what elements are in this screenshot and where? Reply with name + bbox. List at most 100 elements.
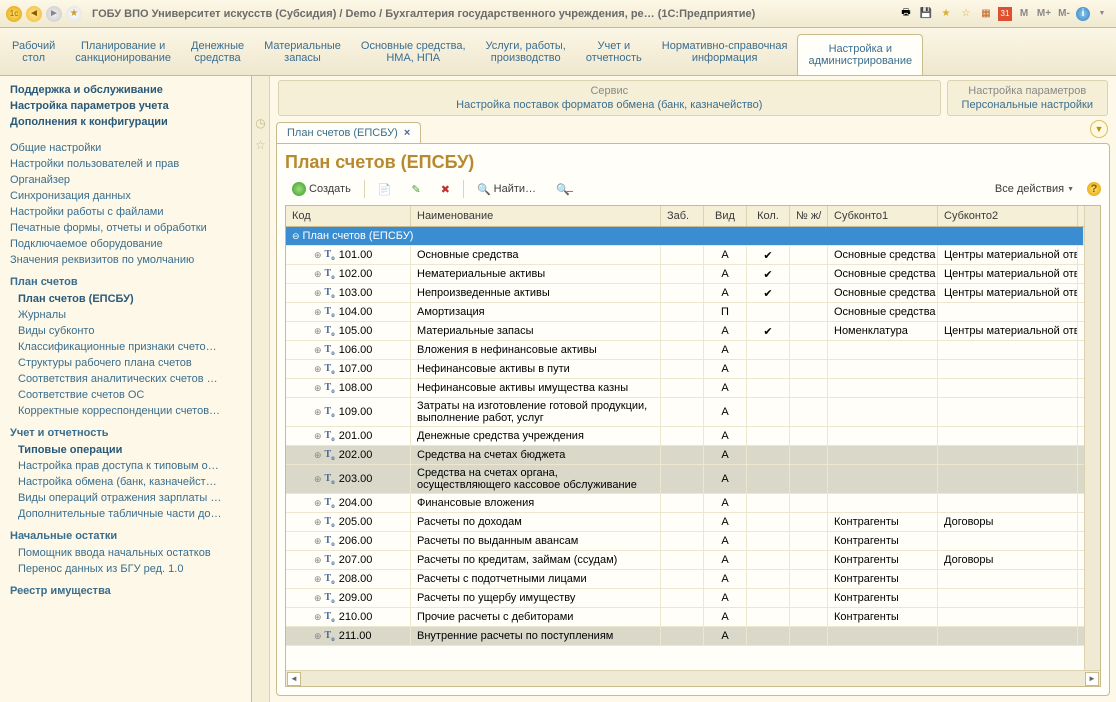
main-tab[interactable]: Планирование исанкционирование [65, 28, 181, 75]
grid-column-header[interactable]: № ж/ [790, 206, 828, 226]
nav-item[interactable]: Журналы [10, 307, 241, 323]
grid-root-row[interactable]: ⊖План счетов (ЕПСБУ) [286, 227, 1084, 246]
scroll-right-icon[interactable]: ► [1085, 672, 1099, 686]
grid-row[interactable]: ⊕Tо201.00 Денежные средства учреждения А [286, 427, 1084, 446]
main-tab[interactable]: Основные средства,НМА, НПА [351, 28, 476, 75]
nav-item[interactable]: Общие настройки [10, 140, 241, 156]
grid-row[interactable]: ⊕Tо204.00 Финансовые вложения А [286, 494, 1084, 513]
main-tab[interactable]: Денежныесредства [181, 28, 254, 75]
main-tab[interactable]: Материальныезапасы [254, 28, 351, 75]
nav-item[interactable]: Синхронизация данных [10, 188, 241, 204]
nav-item[interactable]: Соответствия аналитических счетов … [10, 371, 241, 387]
nav-item[interactable]: Настройки работы с файлами [10, 204, 241, 220]
m-plus-btn[interactable]: M+ [1036, 6, 1052, 22]
create-button[interactable]: Создать [285, 179, 358, 199]
nav-item[interactable]: Виды субконто [10, 323, 241, 339]
link-icon[interactable]: ☆ [958, 6, 974, 22]
nav-item[interactable]: Перенос данных из БГУ ред. 1.0 [10, 561, 241, 577]
edit-button[interactable]: ✎ [405, 180, 428, 199]
nav-item[interactable]: Типовые операции [10, 442, 241, 458]
info-icon[interactable]: i [1076, 7, 1090, 21]
grid-column-header[interactable]: Кол. [747, 206, 790, 226]
grid-row[interactable]: ⊕Tо202.00 Средства на счетах бюджета А [286, 446, 1084, 465]
grid-column-header[interactable]: Заб. [661, 206, 704, 226]
all-actions-button[interactable]: Все действия ▼ [988, 180, 1081, 198]
nav-item[interactable]: Помощник ввода начальных остатков [10, 545, 241, 561]
favorite-icon[interactable]: ★ [66, 6, 82, 22]
nav-item[interactable]: Настройка обмена (банк, казначейст… [10, 474, 241, 490]
copy-button[interactable]: 📄 [371, 180, 399, 199]
grid-row[interactable]: ⊕Tо211.00 Внутренние расчеты по поступле… [286, 627, 1084, 646]
m-minus-btn[interactable]: M- [1056, 6, 1072, 22]
grid-column-header[interactable]: Вид [704, 206, 747, 226]
fav-tool-icon[interactable]: ☆ [255, 138, 266, 152]
main-tab[interactable]: Услуги, работы,производство [476, 28, 576, 75]
nav-item[interactable]: Дополнительные табличные части до… [10, 506, 241, 522]
nav-item[interactable]: Соответствие счетов ОС [10, 387, 241, 403]
nav-item[interactable]: Классификационные признаки счето… [10, 339, 241, 355]
grid-column-header[interactable]: Наименование [411, 206, 661, 226]
m-btn[interactable]: M [1016, 6, 1032, 22]
clear-find-button[interactable]: 🔍̶ [549, 180, 577, 199]
nav-item[interactable]: Настройка параметров учета [10, 98, 241, 114]
calc-icon[interactable]: ▦ [978, 6, 994, 22]
grid-row[interactable]: ⊕Tо209.00 Расчеты по ущербу имуществу А … [286, 589, 1084, 608]
grid-row[interactable]: ⊕Tо105.00 Материальные запасы А ✔ Номенк… [286, 322, 1084, 341]
nav-item[interactable]: План счетов (ЕПСБУ) [10, 291, 241, 307]
grid-row[interactable]: ⊕Tо106.00 Вложения в нефинансовые активы… [286, 341, 1084, 360]
grid-row[interactable]: ⊕Tо205.00 Расчеты по доходам А Контраген… [286, 513, 1084, 532]
nav-item[interactable]: Настройки пользователей и прав [10, 156, 241, 172]
main-tab[interactable]: Нормативно-справочнаяинформация [652, 28, 798, 75]
dropdown-icon[interactable]: ▼ [1094, 6, 1110, 22]
params-link[interactable]: Персональные настройки [958, 98, 1097, 112]
grid-row[interactable]: ⊕Tо203.00 Средства на счетах органа, осу… [286, 465, 1084, 494]
grid-row[interactable]: ⊕Tо206.00 Расчеты по выданным авансам А … [286, 532, 1084, 551]
print-icon[interactable]: 🖶 [898, 6, 914, 22]
main-tab[interactable]: Настройка иадминистрирование [797, 34, 923, 75]
grid-row[interactable]: ⊕Tо102.00 Нематериальные активы А ✔ Осно… [286, 265, 1084, 284]
nav-item[interactable]: Поддержка и обслуживание [10, 82, 241, 98]
nav-back-icon[interactable]: ◄ [26, 6, 42, 22]
grid-row[interactable]: ⊕Tо101.00 Основные средства А ✔ Основные… [286, 246, 1084, 265]
close-tab-icon[interactable]: × [404, 127, 410, 139]
find-button[interactable]: 🔍 Найти… [470, 180, 543, 199]
calendar-icon[interactable]: 31 [998, 7, 1012, 21]
scroll-left-icon[interactable]: ◄ [287, 672, 301, 686]
toolbar: Создать 📄 ✎ ✖ 🔍 Найти… 🔍̶ Все действия ▼… [285, 179, 1101, 199]
save-icon[interactable]: 💾 [918, 6, 934, 22]
nav-item[interactable]: Подключаемое оборудование [10, 236, 241, 252]
grid-row[interactable]: ⊕Tо208.00 Расчеты с подотчетными лицами … [286, 570, 1084, 589]
service-link-1[interactable]: Настройка поставок форматов обмена (банк… [452, 98, 766, 112]
grid-row[interactable]: ⊕Tо103.00 Непроизведенные активы А ✔ Осн… [286, 284, 1084, 303]
nav-item[interactable]: Виды операций отражения зарплаты … [10, 490, 241, 506]
document-tab[interactable]: План счетов (ЕПСБУ) × [276, 122, 421, 143]
main-tab[interactable]: Учет иотчетность [576, 28, 652, 75]
horizontal-scrollbar[interactable]: ◄ ► [286, 670, 1100, 686]
grid-row[interactable]: ⊕Tо210.00 Прочие расчеты с дебиторами А … [286, 608, 1084, 627]
grid-row[interactable]: ⊕Tо108.00 Нефинансовые активы имущества … [286, 379, 1084, 398]
delete-button[interactable]: ✖ [434, 180, 457, 199]
grid-body[interactable]: ⊖План счетов (ЕПСБУ) ⊕Tо101.00 Основные … [286, 227, 1084, 670]
main-tab[interactable]: Рабочийстол [2, 28, 65, 75]
nav-item[interactable]: Корректные корреспонденции счетов… [10, 403, 241, 419]
grid-row[interactable]: ⊕Tо207.00 Расчеты по кредитам, займам (с… [286, 551, 1084, 570]
grid-column-header[interactable]: Субконто2 [938, 206, 1078, 226]
nav-item[interactable]: Значения реквизитов по умолчанию [10, 252, 241, 268]
nav-fwd-icon[interactable]: ► [46, 6, 62, 22]
nav-item[interactable]: Структуры рабочего плана счетов [10, 355, 241, 371]
vertical-scrollbar[interactable] [1084, 206, 1100, 670]
history-icon[interactable]: ◷ [255, 116, 265, 130]
help-icon[interactable]: ? [1087, 182, 1101, 196]
grid-row[interactable]: ⊕Tо107.00 Нефинансовые активы в пути А [286, 360, 1084, 379]
grid-row[interactable]: ⊕Tо109.00 Затраты на изготовление готово… [286, 398, 1084, 427]
nav-item[interactable]: Органайзер [10, 172, 241, 188]
grid-column-header[interactable]: Код [286, 206, 411, 226]
grid-column-header[interactable]: Субконто1 [828, 206, 938, 226]
expand-icon[interactable]: ▼ [1090, 120, 1108, 138]
nav-item[interactable]: Настройка прав доступа к типовым о… [10, 458, 241, 474]
nav-item[interactable]: Дополнения к конфигурации [10, 114, 241, 130]
titlebar: 1c ◄ ► ★ ГОБУ ВПО Университет искусств (… [0, 0, 1116, 28]
star-icon[interactable]: ★ [938, 6, 954, 22]
nav-item[interactable]: Печатные формы, отчеты и обработки [10, 220, 241, 236]
grid-row[interactable]: ⊕Tо104.00 Амортизация П Основные средств… [286, 303, 1084, 322]
